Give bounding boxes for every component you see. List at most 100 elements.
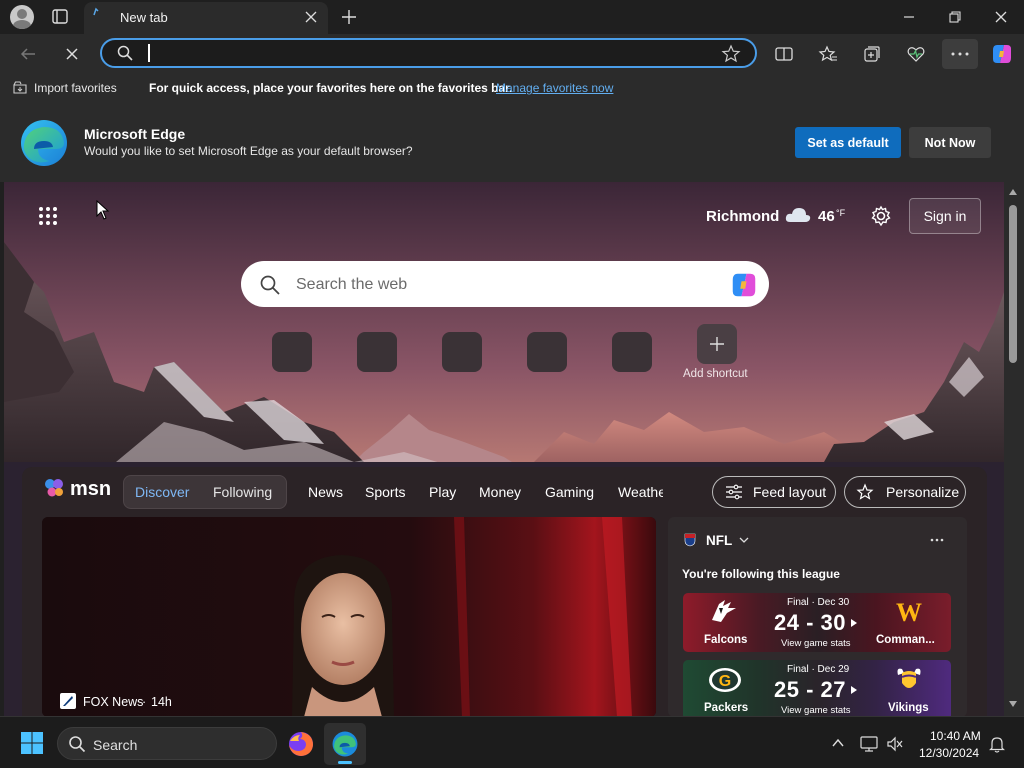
windows-start-icon[interactable]	[20, 731, 44, 755]
nfl-shield-icon	[684, 533, 696, 547]
game-status: Final · Dec 29	[787, 664, 850, 675]
game-stats-link[interactable]: View game stats	[781, 638, 851, 649]
address-input[interactable]	[146, 45, 706, 61]
tab-gaming[interactable]: Gaming	[545, 484, 594, 500]
volume-muted-icon[interactable]	[886, 736, 904, 752]
scroll-up-icon[interactable]	[1008, 188, 1018, 196]
mouse-cursor-icon	[96, 200, 110, 220]
nfl-more-icon[interactable]	[930, 538, 944, 542]
notification-bell-icon[interactable]	[988, 735, 1006, 753]
tab-weather[interactable]: Weathe	[618, 484, 663, 500]
import-icon	[12, 80, 28, 95]
tab-news[interactable]: News	[308, 484, 343, 500]
edge-logo-icon	[20, 119, 68, 167]
personalize-label: Personalize	[886, 484, 960, 500]
import-favorites-link[interactable]: Import favorites	[34, 81, 117, 95]
tab-following[interactable]: Following	[213, 484, 272, 500]
edge-taskbar-icon	[332, 731, 358, 757]
play-arrow-icon	[850, 685, 858, 695]
browser-essentials-icon[interactable]	[902, 41, 930, 67]
favorite-star-icon[interactable]	[721, 44, 741, 64]
game-away-team: Comman...	[876, 634, 935, 646]
msn-brand[interactable]: msn	[70, 478, 111, 501]
search-icon	[116, 44, 134, 62]
add-shortcut-label: Add shortcut	[683, 368, 748, 380]
weather-unit: °F	[836, 208, 846, 218]
clock-time[interactable]: 10:40 AM	[930, 729, 981, 743]
svg-text:G: G	[719, 673, 731, 690]
nfl-title[interactable]: NFL	[706, 533, 732, 548]
clock-date[interactable]: 12/30/2024	[919, 746, 979, 760]
taskbar-search-box[interactable]	[57, 727, 277, 760]
show-hidden-icons-chevron-up-icon[interactable]	[831, 737, 845, 749]
shortcut-tile[interactable]	[442, 332, 482, 372]
hero-age-separator: ·	[142, 695, 147, 709]
apps-grid-icon[interactable]	[38, 206, 58, 226]
collections-icon[interactable]	[858, 41, 886, 67]
game-score: 24 - 30	[774, 610, 846, 635]
favorites-bar-message: For quick access, place your favorites h…	[149, 81, 513, 95]
game-away-team: Vikings	[888, 702, 929, 714]
more-options-icon[interactable]	[942, 39, 978, 69]
vertical-tabs-icon[interactable]	[50, 8, 70, 26]
minimize-icon[interactable]	[897, 6, 921, 28]
msn-butterfly-icon	[44, 477, 68, 499]
prompt-title: Microsoft Edge	[84, 126, 186, 142]
game-home-team: Packers	[704, 702, 749, 714]
copilot-search-icon[interactable]	[729, 270, 759, 300]
split-screen-icon[interactable]	[770, 41, 798, 67]
back-arrow-icon[interactable]	[14, 41, 42, 67]
tab-title: New tab	[120, 10, 168, 25]
add-shortcut-button[interactable]	[697, 324, 737, 364]
prompt-message: Would you like to set Microsoft Edge as …	[84, 144, 413, 158]
favorites-icon[interactable]	[814, 41, 842, 67]
game-score: 25 - 27	[774, 677, 846, 702]
tab-play[interactable]: Play	[429, 484, 456, 500]
tab-sports[interactable]: Sports	[365, 484, 405, 500]
game-status: Final · Dec 30	[787, 597, 850, 608]
tab-money[interactable]: Money	[479, 484, 521, 500]
manage-favorites-link[interactable]: Manage favorites now	[496, 81, 613, 95]
chevron-down-icon[interactable]	[738, 535, 750, 545]
shortcut-tile[interactable]	[527, 332, 567, 372]
tab-discover[interactable]: Discover	[135, 484, 189, 500]
commanders-logo-icon: W	[891, 599, 927, 625]
close-window-icon[interactable]	[989, 6, 1013, 28]
hero-card[interactable]	[42, 517, 656, 716]
copilot-icon[interactable]	[990, 42, 1014, 66]
vikings-logo-icon	[894, 665, 924, 695]
active-app-indicator	[338, 761, 352, 764]
weather-city[interactable]: Richmond	[706, 208, 779, 225]
taskbar-search-icon	[68, 735, 86, 753]
new-tab-plus-icon[interactable]	[338, 6, 360, 28]
not-now-button[interactable]: Not Now	[909, 127, 991, 158]
packers-logo-icon: G	[708, 667, 742, 693]
close-tab-icon[interactable]	[302, 9, 320, 25]
weather-temp: 46	[818, 208, 835, 225]
plus-icon	[710, 337, 724, 351]
search-magnifier-icon	[259, 274, 281, 296]
stop-loading-icon[interactable]	[58, 41, 86, 67]
falcons-logo-icon	[709, 598, 739, 624]
shortcut-tile[interactable]	[357, 332, 397, 372]
profile-avatar[interactable]	[10, 5, 34, 29]
scroll-down-icon[interactable]	[1008, 700, 1018, 708]
hero-image	[42, 517, 656, 716]
restore-icon[interactable]	[943, 6, 967, 28]
sign-in-button[interactable]: Sign in	[909, 198, 981, 234]
firefox-icon[interactable]	[288, 731, 314, 757]
shortcut-tile[interactable]	[612, 332, 652, 372]
settings-gear-icon[interactable]	[870, 205, 892, 227]
feed-layout-label: Feed layout	[753, 484, 827, 500]
text-caret	[148, 44, 150, 62]
scrollbar-thumb[interactable]	[1009, 205, 1017, 363]
shortcut-tile[interactable]	[272, 332, 312, 372]
game-stats-link[interactable]: View game stats	[781, 705, 851, 716]
network-display-icon[interactable]	[860, 735, 880, 753]
svg-text:W: W	[896, 599, 922, 625]
search-placeholder[interactable]: Search the web	[296, 276, 407, 294]
play-arrow-icon	[850, 618, 858, 628]
hero-source: FOX News	[83, 695, 144, 709]
set-as-default-button[interactable]: Set as default	[795, 127, 901, 158]
hero-age: 14h	[151, 695, 172, 709]
